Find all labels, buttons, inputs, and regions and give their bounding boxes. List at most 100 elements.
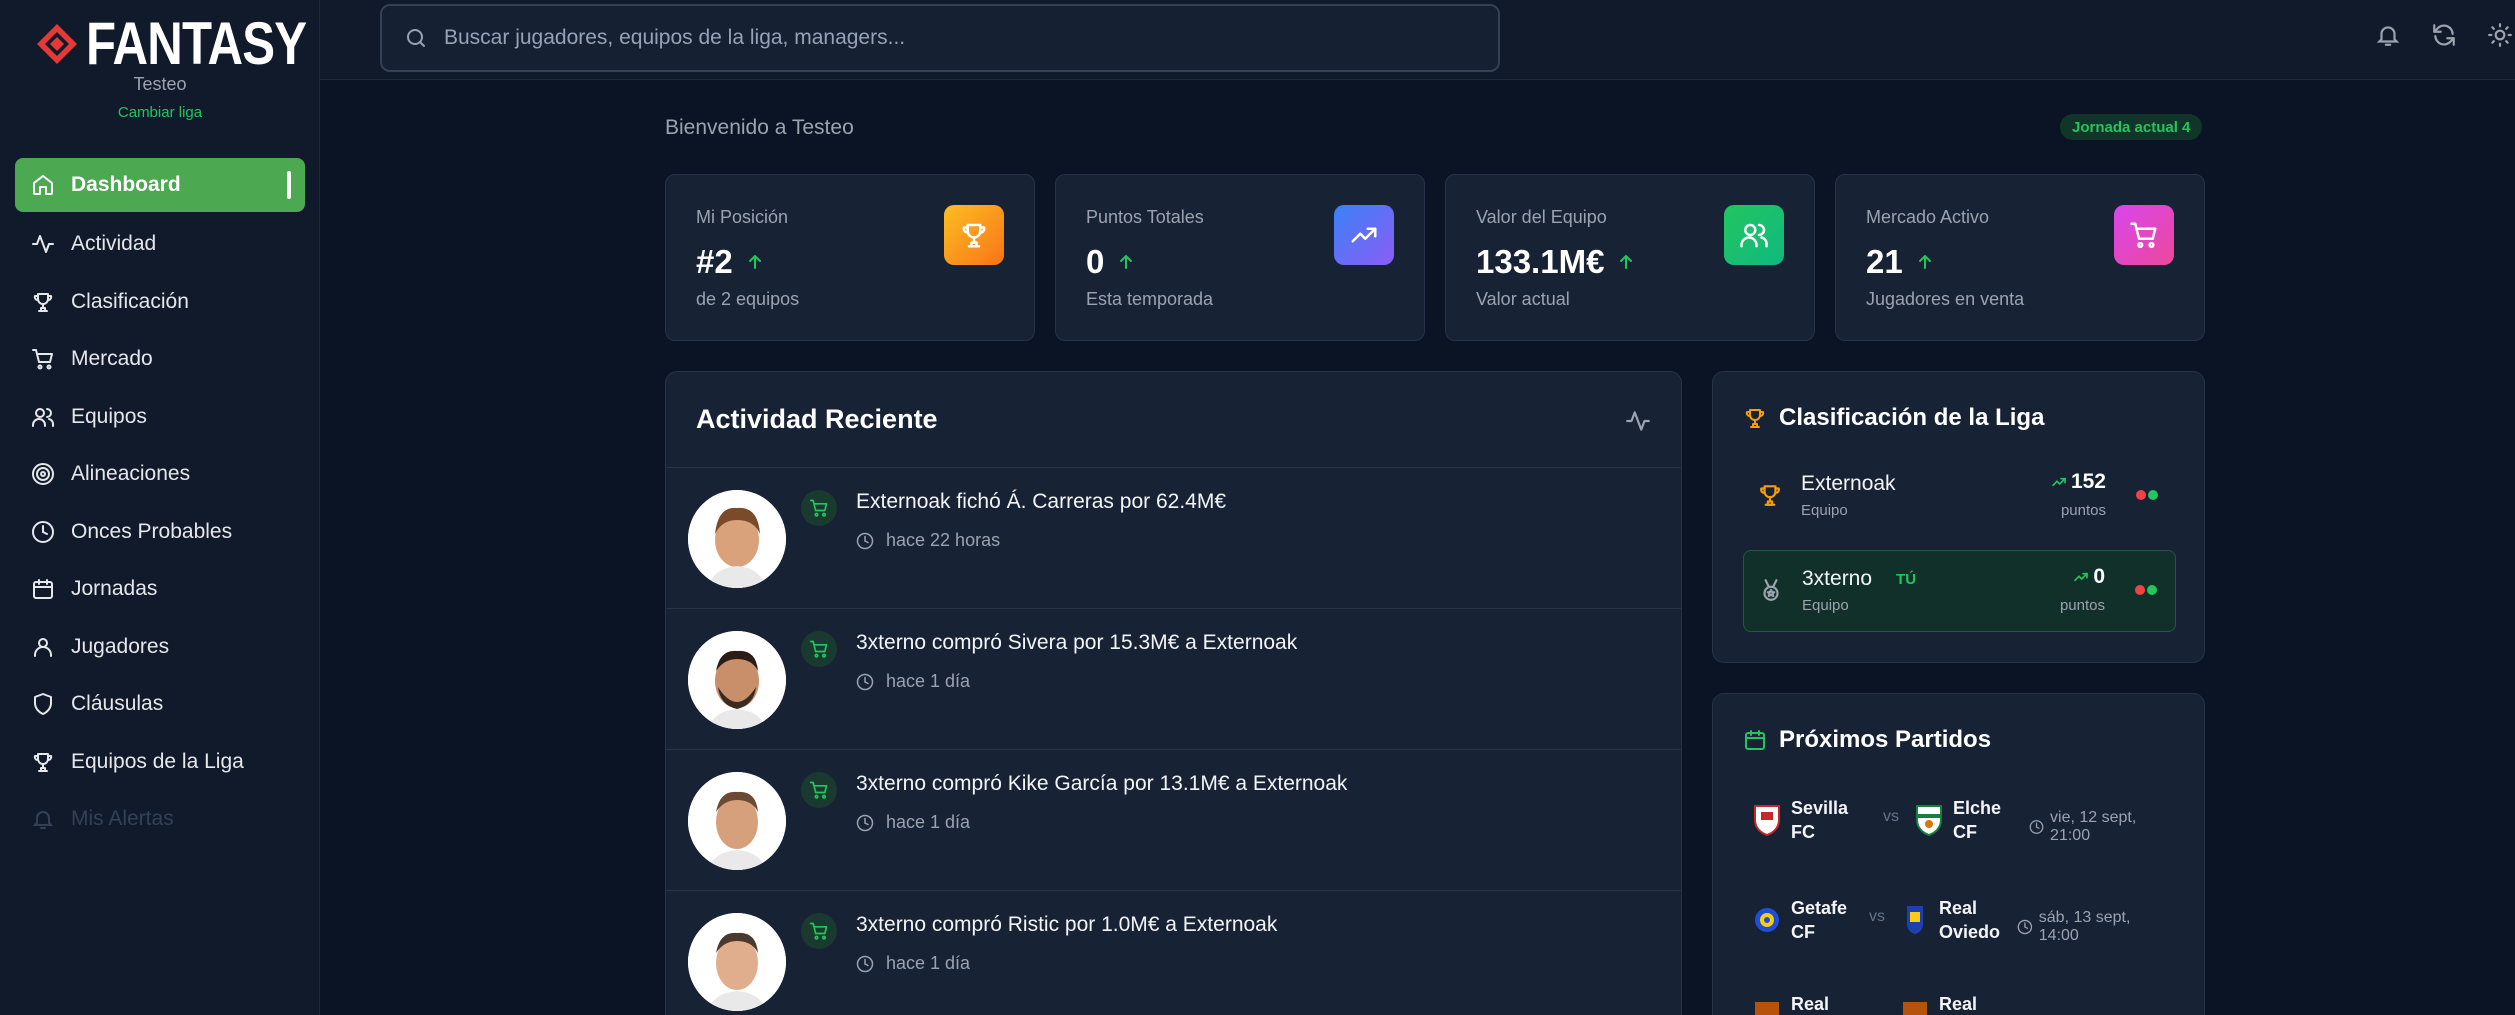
team-crest-icon xyxy=(1903,1002,1927,1015)
clock-icon xyxy=(2017,919,2033,935)
activity-text: 3xterno compró Ristic por 1.0M€ a Extern… xyxy=(856,913,1278,936)
activity-item[interactable]: 3xterno compró Kike García por 13.1M€ a … xyxy=(666,750,1681,891)
team-name-text: Externoak xyxy=(1801,472,1896,495)
activity-item[interactable]: Externoak fichó Á. Carreras por 62.4M€ h… xyxy=(666,468,1681,609)
home-team: Getafe CF xyxy=(1791,898,1848,942)
sidebar-item-jugadores[interactable]: Jugadores xyxy=(15,618,305,676)
vs-label: vs xyxy=(1869,908,1885,925)
sidebar-item-jornadas[interactable]: Jornadas xyxy=(15,561,305,619)
search-input[interactable] xyxy=(444,26,1444,50)
stat-card-points: Puntos Totales 0 Esta temporada xyxy=(1055,174,1425,341)
sidebar-item-label: Cláusulas xyxy=(71,692,164,716)
standing-row[interactable]: Externoak Equipo 152 puntos xyxy=(1743,456,2176,538)
sidebar-item-label: Dashboard xyxy=(71,173,181,196)
current-league-name: Testeo xyxy=(133,74,187,94)
sidebar-item-label: Clasificación xyxy=(71,289,189,313)
trophy-icon xyxy=(33,292,53,312)
stat-value-text: #2 xyxy=(696,243,733,280)
panel-title: Actividad Reciente xyxy=(696,404,938,434)
clock-icon xyxy=(856,673,874,690)
stat-card-position: Mi Posición #2 de 2 equipos xyxy=(665,174,1035,341)
team-points: 152 xyxy=(2051,470,2106,494)
cart-badge xyxy=(801,913,837,949)
match-row[interactable]: Getafe CF vs Real Oviedo sáb, 13 sept, 1… xyxy=(1753,890,2173,950)
clock-icon xyxy=(32,520,54,543)
stat-value: 21 xyxy=(1866,243,1935,281)
bell-icon xyxy=(32,811,54,830)
cart-icon xyxy=(809,640,828,658)
activity-item[interactable]: 3xterno compró Ristic por 1.0M€ a Extern… xyxy=(666,891,1681,1015)
activity-text: Externoak fichó Á. Carreras por 62.4M€ xyxy=(856,490,1227,513)
oviedo-crest-icon xyxy=(1907,906,1923,934)
clock-icon xyxy=(2029,820,2044,834)
cart-badge xyxy=(801,631,837,667)
activity-item[interactable]: 3xterno compró Sivera por 15.3M€ a Exter… xyxy=(666,609,1681,750)
brand-name: FANTASY xyxy=(86,10,307,77)
panel-header: Actividad Reciente xyxy=(666,372,1681,468)
sidebar-item-dashboard[interactable]: Dashboard xyxy=(15,158,305,212)
team-crest-icon xyxy=(1755,1002,1779,1015)
sidebar-item-label: Onces Probables xyxy=(71,519,233,543)
sidebar-item-alineaciones[interactable]: Alineaciones xyxy=(15,446,305,504)
sidebar-item-equipos[interactable]: Equipos xyxy=(15,388,305,446)
activity-time: hace 1 día xyxy=(856,671,970,692)
calendar-icon xyxy=(1745,730,1765,750)
sidebar-item-actividad[interactable]: Actividad xyxy=(15,216,305,274)
sidebar-item-label: Mis Alertas xyxy=(71,807,174,831)
activity-time-text: hace 1 día xyxy=(886,671,971,691)
activity-time: hace 1 día xyxy=(856,953,970,974)
sidebar-item-clasificacion[interactable]: Clasificación xyxy=(15,273,305,331)
activity-icon[interactable] xyxy=(1625,408,1651,434)
home-icon xyxy=(33,175,53,195)
bell-icon[interactable] xyxy=(2375,22,2401,48)
stat-card-market: Mercado Activo 21 Jugadores en venta xyxy=(1835,174,2205,341)
cart-badge xyxy=(801,772,837,808)
home-team: Real xyxy=(1791,994,1830,1014)
sidebar-item-mercado[interactable]: Mercado xyxy=(15,331,305,389)
team-name: 3xterno TÚ xyxy=(1802,567,1916,591)
current-round-badge: Jornada actual 4 xyxy=(2060,114,2203,140)
cart-badge xyxy=(801,490,837,526)
team-name: Externoak xyxy=(1801,472,1896,496)
match-date-text: sáb, 13 sept, 14:00 xyxy=(2038,909,2131,944)
trophy-icon xyxy=(1745,409,1765,428)
search-icon xyxy=(407,29,425,47)
activity-time: hace 1 día xyxy=(856,812,970,833)
sidebar-item-label: Alineaciones xyxy=(71,462,191,486)
arrow-up-icon xyxy=(1120,254,1133,269)
panel-title: Próximos Partidos xyxy=(1743,726,1991,754)
activity-time-text: hace 22 horas xyxy=(886,530,1001,550)
match-date-text: vie, 12 sept, 21:00 xyxy=(2050,809,2137,844)
sidebar-item-onces-probables[interactable]: Onces Probables xyxy=(15,503,305,561)
sidebar-item-clausulas[interactable]: Cláusulas xyxy=(15,676,305,734)
stat-value: #2 xyxy=(696,243,765,281)
standing-row-me[interactable]: 3xterno TÚ Equipo 0 puntos xyxy=(1743,550,2176,632)
stat-icon-box xyxy=(944,205,1004,265)
search-box[interactable] xyxy=(380,4,1500,72)
panel-title: Clasificación de la Liga xyxy=(1743,404,2044,432)
away-team: Elche CF xyxy=(1953,798,2002,842)
change-league-link[interactable]: Cambiar liga xyxy=(0,104,320,121)
me-badge: TÚ xyxy=(1896,570,1917,588)
getafe-crest-icon xyxy=(1755,908,1779,932)
player-avatar xyxy=(688,913,786,1011)
match-row[interactable]: Sevilla FC vs Elche CF vie, 12 sept, 21:… xyxy=(1753,790,2173,850)
sidebar: FANTASY Testeo Cambiar liga Dashboard Ac… xyxy=(0,0,320,1015)
team-points-value: 0 xyxy=(2093,565,2105,588)
trophy-icon xyxy=(962,223,986,248)
match-row[interactable]: Real Real xyxy=(1753,986,2173,1015)
sidebar-item-label: Actividad xyxy=(71,232,157,256)
stat-value: 0 xyxy=(1086,243,1136,281)
users-icon xyxy=(1740,223,1768,248)
league-standings-panel: Clasificación de la Liga Externoak Equip… xyxy=(1712,371,2205,663)
cart-icon xyxy=(809,499,828,517)
medal-icon xyxy=(1763,579,1779,601)
sidebar-item-mis-alertas[interactable]: Mis Alertas xyxy=(15,791,305,849)
match-date: sáb, 13 sept, 14:00 xyxy=(2017,909,2173,945)
sidebar-item-equipos-de-la-liga[interactable]: Equipos de la Liga xyxy=(15,733,305,791)
sun-icon[interactable] xyxy=(2487,22,2513,48)
user-icon xyxy=(34,637,52,657)
refresh-icon[interactable] xyxy=(2431,22,2457,48)
stat-icon-box xyxy=(1724,205,1784,265)
brand-logo[interactable]: FANTASY xyxy=(36,14,355,74)
